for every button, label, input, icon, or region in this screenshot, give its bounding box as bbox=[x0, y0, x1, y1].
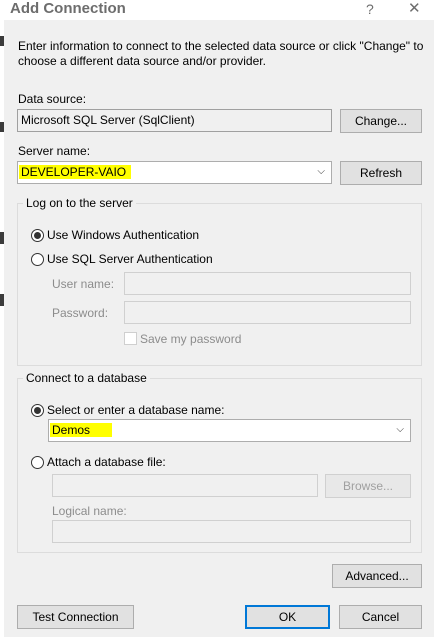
database-name-combo[interactable]: Demos ⌵ bbox=[48, 419, 411, 442]
browse-button[interactable]: Browse... bbox=[325, 474, 411, 498]
logon-legend: Log on to the server bbox=[23, 196, 136, 210]
data-source-field: Microsoft SQL Server (SqlClient) bbox=[17, 109, 332, 132]
save-password-checkbox[interactable] bbox=[124, 332, 137, 345]
select-database-radio[interactable] bbox=[31, 404, 44, 417]
server-name-label: Server name: bbox=[18, 144, 91, 158]
windows-auth-label[interactable]: Use Windows Authentication bbox=[47, 228, 199, 243]
help-icon[interactable]: ? bbox=[366, 0, 374, 18]
close-icon[interactable]: ✕ bbox=[408, 0, 421, 18]
user-name-label: User name: bbox=[52, 277, 115, 291]
logical-name-label: Logical name: bbox=[52, 504, 127, 518]
user-name-field[interactable] bbox=[124, 272, 411, 295]
cancel-button[interactable]: Cancel bbox=[339, 605, 422, 629]
ok-button[interactable]: OK bbox=[245, 605, 330, 629]
change-button[interactable]: Change... bbox=[340, 109, 422, 133]
database-name-value: Demos bbox=[50, 423, 113, 437]
refresh-button[interactable]: Refresh bbox=[340, 161, 422, 185]
advanced-button[interactable]: Advanced... bbox=[332, 564, 422, 588]
database-file-field[interactable] bbox=[52, 474, 318, 497]
save-password-label: Save my password bbox=[140, 332, 242, 346]
chevron-down-icon[interactable]: ⌵ bbox=[396, 420, 404, 440]
intro-text-line2: choose a different data source and/or pr… bbox=[18, 54, 266, 68]
password-label: Password: bbox=[52, 306, 109, 320]
background-mark bbox=[0, 232, 4, 244]
select-database-label[interactable]: Select or enter a database name: bbox=[47, 403, 224, 418]
attach-file-label[interactable]: Attach a database file: bbox=[47, 455, 166, 470]
attach-file-radio[interactable] bbox=[31, 456, 44, 469]
background-mark bbox=[0, 36, 4, 46]
server-name-combo[interactable]: DEVELOPER-VAIO ⌵ bbox=[17, 161, 332, 184]
windows-auth-radio[interactable] bbox=[31, 229, 44, 242]
server-name-value: DEVELOPER-VAIO bbox=[19, 165, 132, 179]
database-legend: Connect to a database bbox=[23, 371, 150, 385]
sql-auth-radio[interactable] bbox=[31, 253, 44, 266]
chevron-down-icon[interactable]: ⌵ bbox=[317, 162, 325, 182]
title-bar: Add Connection ? ✕ bbox=[4, 0, 434, 20]
test-connection-button[interactable]: Test Connection bbox=[17, 605, 134, 629]
background-mark bbox=[0, 294, 4, 306]
logical-name-field[interactable] bbox=[52, 520, 411, 543]
password-field[interactable] bbox=[124, 301, 411, 324]
window-title: Add Connection bbox=[10, 0, 126, 17]
background-mark bbox=[0, 122, 4, 132]
data-source-label: Data source: bbox=[18, 92, 87, 106]
background-window-strip bbox=[0, 0, 4, 637]
sql-auth-label[interactable]: Use SQL Server Authentication bbox=[47, 252, 213, 267]
intro-text-line1: Enter information to connect to the sele… bbox=[18, 39, 424, 53]
